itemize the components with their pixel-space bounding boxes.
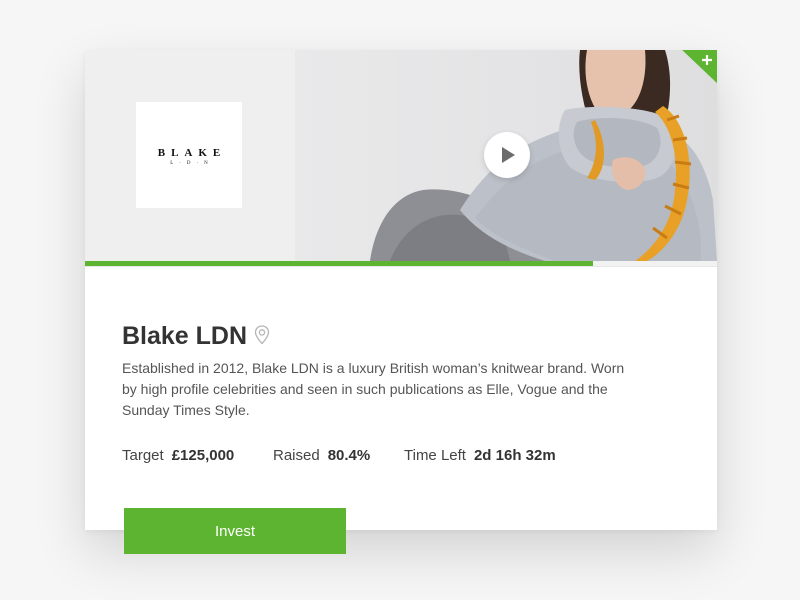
invest-button[interactable]: Invest — [124, 508, 346, 554]
campaign-card: BLAKE L·D·N Blake LDN Established in 201… — [85, 50, 717, 530]
logo-subtitle: L·D·N — [170, 161, 214, 166]
logo-panel: BLAKE L·D·N — [85, 50, 295, 261]
location-pin-icon[interactable] — [254, 325, 270, 350]
funding-progress-fill — [85, 261, 594, 266]
company-title: Blake LDN — [122, 322, 248, 350]
stat-time-left: Time Left 2d 16h 32m — [404, 447, 556, 464]
add-corner-badge[interactable] — [680, 50, 717, 86]
time-left-value: 2d 16h 32m — [473, 447, 556, 464]
target-label: Target — [122, 447, 164, 464]
plus-icon — [682, 50, 717, 84]
target-value: £125,000 — [171, 447, 235, 464]
raised-label: Raised — [273, 447, 320, 464]
logo-wordmark: BLAKE — [157, 147, 227, 159]
raised-value: 80.4% — [327, 447, 371, 464]
stat-raised: Raised 80.4% — [273, 447, 404, 464]
company-description: Established in 2012, Blake LDN is a luxu… — [122, 360, 625, 418]
card-hero: BLAKE L·D·N — [85, 50, 717, 261]
title-row: Blake LDN — [122, 322, 270, 351]
time-left-label: Time Left — [404, 447, 466, 464]
stat-target: Target £125,000 — [122, 447, 273, 464]
video-thumbnail[interactable] — [295, 50, 717, 261]
play-button[interactable] — [484, 132, 530, 178]
brand-logo: BLAKE L·D·N — [136, 102, 242, 208]
funding-progress-bar — [85, 261, 717, 267]
campaign-stats: Target £125,000 Raised 80.4% Time Left 2… — [122, 447, 556, 464]
play-icon — [502, 147, 515, 163]
